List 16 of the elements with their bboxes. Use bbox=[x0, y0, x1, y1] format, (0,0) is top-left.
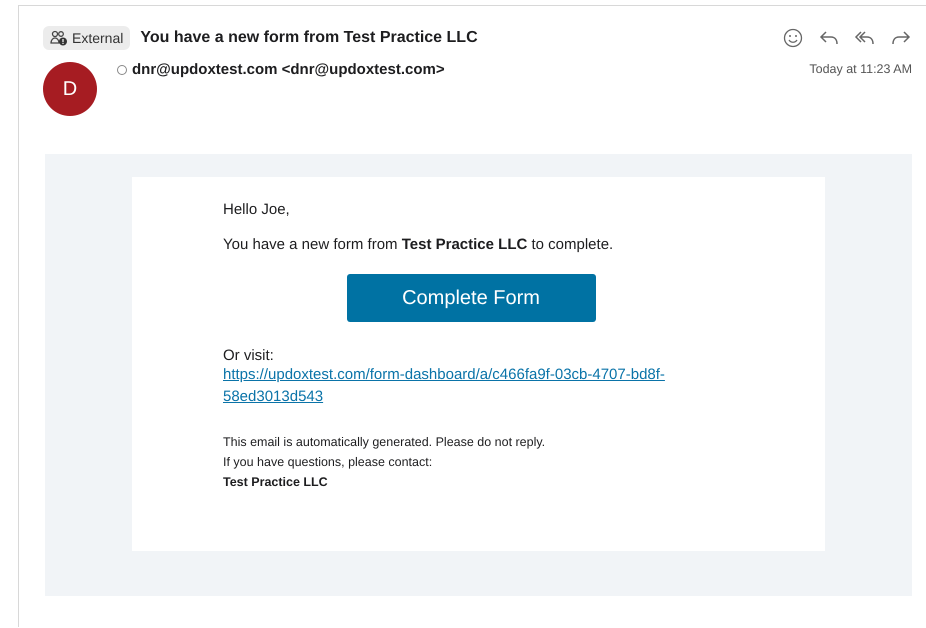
footer-text: This email is automatically generated. Please do not reply. bbox=[223, 434, 546, 451]
company-name: Test Practice LLC bbox=[223, 474, 329, 491]
emoji-icon[interactable] bbox=[782, 27, 804, 49]
status-ring-icon bbox=[117, 64, 127, 74]
people-alert-icon bbox=[50, 30, 68, 46]
sender-avatar: D bbox=[43, 62, 97, 116]
message-text: You have a new form from Test Practice LLC to complete. bbox=[223, 236, 614, 253]
greeting-text: Hello Joe, bbox=[223, 201, 291, 218]
email-subject: You have a new form from Test Practice LLC bbox=[140, 29, 479, 47]
external-badge: External bbox=[43, 26, 130, 50]
visit-label: Or visit: bbox=[223, 347, 275, 364]
footer-text: If you have questions, please contact: bbox=[223, 454, 434, 471]
received-time: Today at 11:23 AM bbox=[809, 62, 912, 76]
complete-form-button[interactable]: Complete Form bbox=[346, 274, 596, 322]
form-link[interactable]: https://updoxtest.com/form-dashboard/a/c466fa9f-03cb-4707-bd8f-58ed3013d543 bbox=[223, 364, 703, 408]
sender-address: dnr@updoxtest.com <dnr@updoxtest.com> bbox=[132, 61, 445, 78]
